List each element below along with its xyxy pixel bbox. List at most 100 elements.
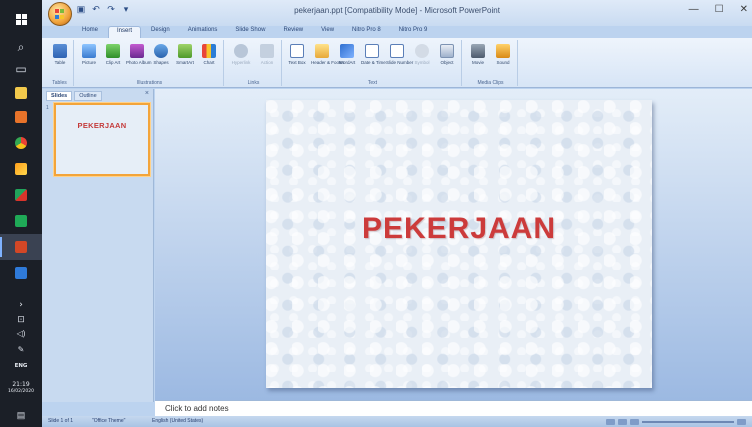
date-time-icon [365, 44, 379, 58]
chrome-icon [15, 137, 27, 149]
object-icon [440, 44, 454, 58]
tab-insert[interactable]: Insert [108, 26, 142, 38]
shapes-button[interactable]: Shapes [150, 44, 172, 65]
sound-button[interactable]: Sound [492, 44, 514, 65]
taskbar-app-camtasia[interactable] [0, 208, 42, 234]
movie-button[interactable]: Movie [467, 44, 489, 65]
tab-view[interactable]: View [313, 26, 342, 38]
minimize-button[interactable]: — [689, 4, 699, 15]
action-icon [260, 44, 274, 58]
group-label-text: Text [367, 80, 378, 86]
camtasia-icon [15, 215, 27, 227]
tab-nitro-pro-8[interactable]: Nitro Pro 8 [344, 26, 389, 38]
fit-to-window-icon[interactable] [737, 418, 746, 425]
start-button[interactable] [0, 6, 42, 32]
taskbar: ⌕ ▭ › ⊡ ◁) ✎ ENG 21:19 16/02/2020 ▤ [0, 0, 42, 427]
office-app-icon [15, 111, 27, 123]
picture-icon [82, 44, 96, 58]
chart-button[interactable]: Chart [198, 44, 220, 65]
window-controls: — ☐ ✕ [689, 4, 748, 15]
slide-thumbnail[interactable]: PEKERJAAN [54, 103, 150, 176]
close-pane-icon[interactable]: × [145, 90, 149, 97]
powerpoint-window: ▣ ↶ ↷ ▾ pekerjaan.ppt [Compatibility Mod… [42, 0, 752, 427]
slide-sorter-icon[interactable] [618, 418, 627, 425]
text-box-button[interactable]: Text Box [286, 44, 308, 65]
close-button[interactable]: ✕ [740, 4, 748, 15]
smartart-button[interactable]: SmartArt [174, 44, 196, 65]
tab-nitro-pro-9[interactable]: Nitro Pro 9 [391, 26, 436, 38]
clip-art-button[interactable]: Clip Art [102, 44, 124, 65]
photo-album-icon [130, 44, 144, 58]
taskbar-app-media[interactable] [0, 182, 42, 208]
window-title: pekerjaan.ppt [Compatibility Mode] - Mic… [294, 6, 500, 15]
task-view-button[interactable]: ▭ [0, 56, 42, 82]
tray-time[interactable]: 21:19 [0, 381, 42, 388]
group-label-illustrations: Illustrations [136, 80, 163, 86]
sound-icon [496, 44, 510, 58]
group-media-clips: Movie Sound Media Clips [464, 40, 518, 86]
zoom-slider[interactable] [642, 420, 734, 423]
slide-show-icon[interactable] [630, 418, 639, 425]
notification-center[interactable]: ▤ [0, 406, 42, 424]
notification-icon: ▤ [16, 409, 26, 420]
media-icon [15, 189, 27, 201]
slide-number-button[interactable]: Slide Number [386, 44, 413, 65]
movie-icon [471, 44, 485, 58]
tab-home[interactable]: Home [74, 26, 106, 38]
status-slide-count: Slide 1 of 1 [48, 418, 74, 424]
tab-slides[interactable]: Slides [46, 91, 73, 101]
tray-pen[interactable]: ✎ [0, 342, 42, 358]
store-icon [15, 267, 27, 279]
pen-icon: ✎ [17, 345, 25, 354]
tab-animations[interactable]: Animations [180, 26, 226, 38]
maximize-button[interactable]: ☐ [715, 4, 724, 15]
taskbar-app-office[interactable] [0, 104, 42, 130]
office-logo-icon [55, 9, 65, 19]
network-icon: ⊡ [17, 313, 25, 324]
photo-album-button[interactable]: Photo Album [126, 44, 152, 65]
action-button[interactable]: Action [256, 44, 278, 65]
slide-title[interactable]: PEKERJAAN [266, 212, 652, 246]
wordart-icon [340, 44, 354, 58]
taskbar-app-chrome[interactable] [0, 130, 42, 156]
group-links: Hyperlink Action Links [226, 40, 282, 86]
table-button[interactable]: Table [49, 44, 71, 65]
wordart-button[interactable]: WordArt [336, 44, 358, 65]
tray-volume[interactable]: ◁) [0, 326, 42, 342]
tray-language[interactable]: ENG [0, 363, 42, 369]
tab-slide-show[interactable]: Slide Show [227, 26, 273, 38]
tab-outline[interactable]: Outline [74, 91, 102, 101]
normal-view-icon[interactable] [606, 418, 615, 425]
status-bar: Slide 1 of 1 "Office Theme" English (Uni… [42, 416, 752, 427]
thumbnail-title: PEKERJAAN [77, 121, 127, 130]
slide-number-icon [390, 44, 404, 58]
object-button[interactable]: Object [436, 44, 458, 65]
text-box-icon [290, 44, 304, 58]
clip-art-icon [106, 44, 120, 58]
header-footer-icon [315, 44, 329, 58]
status-language[interactable]: English (United States) [152, 418, 203, 424]
tray-expand-icon[interactable]: › [0, 300, 42, 310]
notes-pane[interactable]: Click to add notes [155, 400, 752, 416]
tab-design[interactable]: Design [143, 26, 178, 38]
tray-date[interactable]: 16/02/2020 [0, 389, 42, 394]
tab-review[interactable]: Review [275, 26, 311, 38]
group-illustrations: Picture Clip Art Photo Album Shapes Smar… [76, 40, 224, 86]
thumbnail-number: 1 [46, 105, 49, 111]
symbol-button[interactable]: Symbol [411, 44, 433, 65]
office-button[interactable] [48, 2, 72, 26]
task-view-icon: ▭ [15, 62, 27, 76]
ribbon-tabs: Home Insert Design Animations Slide Show… [74, 26, 435, 38]
slide-canvas[interactable]: PEKERJAAN [266, 100, 652, 388]
header-footer-button[interactable]: Header & Footer [311, 44, 344, 65]
screen: ⌕ ▭ › ⊡ ◁) ✎ ENG 21:19 16/02/2020 ▤ ▣ ↶ … [0, 0, 752, 427]
taskbar-app-explorer[interactable] [0, 80, 42, 106]
taskbar-app-powerpoint[interactable] [0, 234, 42, 260]
date-time-button[interactable]: Date & Time [361, 44, 386, 65]
hyperlink-button[interactable]: Hyperlink [230, 44, 252, 65]
taskbar-app-paint[interactable] [0, 156, 42, 182]
picture-button[interactable]: Picture [78, 44, 100, 65]
slide-editor: PEKERJAAN [155, 89, 752, 400]
view-and-zoom-controls [606, 418, 746, 425]
taskbar-app-store[interactable] [0, 260, 42, 286]
